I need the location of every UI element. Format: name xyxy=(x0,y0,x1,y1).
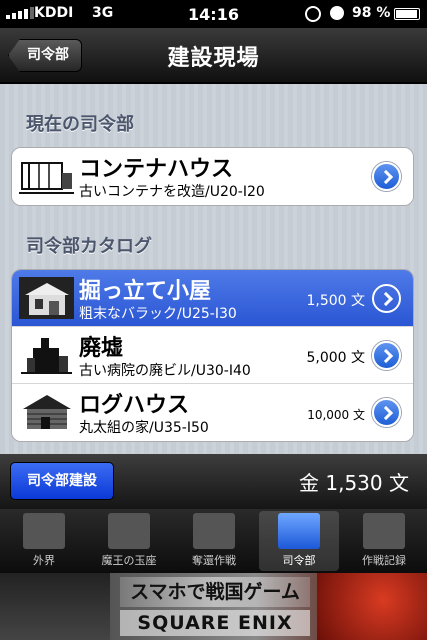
log-house-thumbnail xyxy=(19,391,74,433)
container-house-thumbnail xyxy=(19,155,74,197)
battery-percent: 98 % xyxy=(352,5,391,21)
gold-balance: 金 1,530 文 xyxy=(299,471,409,495)
tab-records[interactable]: 作戦記録 xyxy=(344,511,424,571)
rotation-lock-icon xyxy=(305,6,321,22)
current-hq-group: コンテナハウス 古いコンテナを改造/U20-I20 xyxy=(11,147,414,206)
current-hq-row[interactable]: コンテナハウス 古いコンテナを改造/U20-I20 xyxy=(12,148,413,205)
ad-armor-image xyxy=(317,573,427,640)
item-price: 10,000 文 xyxy=(307,408,365,422)
tab-label: 作戦記録 xyxy=(362,554,406,567)
section-header-catalog: 司令部カタログ xyxy=(26,236,152,257)
item-name: 掘っ立て小屋 xyxy=(79,279,212,304)
disclosure-chevron-icon[interactable] xyxy=(372,162,401,191)
tab-recapture[interactable]: 奪還作戦 xyxy=(174,511,254,571)
record-icon xyxy=(363,513,405,549)
item-description: 古い病院の廃ビル/U30-I40 xyxy=(79,363,251,379)
section-header-current: 現在の司令部 xyxy=(26,114,134,135)
tab-headquarters[interactable]: 司令部 xyxy=(259,511,339,571)
page-title: 建設現場 xyxy=(167,46,260,71)
item-name: コンテナハウス xyxy=(79,157,234,182)
battery-icon xyxy=(394,8,420,20)
catalog-row-log-house[interactable]: ログハウス 丸太組の家/U35-I50 10,000 文 xyxy=(12,384,413,441)
ad-brand-logo: SQUARE ENIX xyxy=(120,610,310,636)
item-description: 粗末なバラック/U25-I30 xyxy=(79,306,237,322)
tab-outside[interactable]: 外界 xyxy=(4,511,84,571)
item-description: 古いコンテナを改造/U20-I20 xyxy=(79,184,265,200)
build-hq-button[interactable]: 司令部建設 xyxy=(10,462,114,500)
gate-icon xyxy=(23,513,65,549)
item-description: 丸太組の家/U35-I50 xyxy=(79,420,209,436)
disclosure-chevron-icon[interactable] xyxy=(372,398,401,427)
map-icon xyxy=(193,513,235,549)
catalog-row-shack[interactable]: 掘っ立て小屋 粗末なバラック/U25-I30 1,500 文 xyxy=(12,270,413,327)
ad-headline: スマホで戦国ゲーム xyxy=(120,577,310,607)
tab-label: 奪還作戦 xyxy=(192,554,236,567)
status-bar: KDDI 3G 14:16 98 % xyxy=(0,0,427,28)
shack-thumbnail xyxy=(19,277,74,319)
item-price: 5,000 文 xyxy=(306,350,365,366)
alarm-icon xyxy=(330,6,344,20)
main-content[interactable]: 現在の司令部 コンテナハウス 古いコンテナを改造/U20-I20 司令部カタログ xyxy=(0,84,427,454)
item-name: ログハウス xyxy=(79,393,190,418)
headquarters-icon xyxy=(278,513,320,549)
item-price: 1,500 文 xyxy=(306,293,365,309)
tab-label: 魔王の玉座 xyxy=(101,554,157,567)
catalog-group: 掘っ立て小屋 粗末なバラック/U25-I30 1,500 文 廃墟 古い病院の廃… xyxy=(11,269,414,442)
ad-banner[interactable]: スマホで戦国ゲーム SQUARE ENIX xyxy=(0,573,427,640)
disclosure-chevron-icon[interactable] xyxy=(372,284,401,313)
tab-label: 外界 xyxy=(33,554,55,567)
demon-king-icon xyxy=(108,513,150,549)
catalog-row-ruins[interactable]: 廃墟 古い病院の廃ビル/U30-I40 5,000 文 xyxy=(12,327,413,384)
ad-warrior-image xyxy=(0,573,110,640)
build-bar: 司令部建設 金 1,530 文 xyxy=(0,454,427,509)
navigation-bar: 司令部 建設現場 xyxy=(0,28,427,83)
tab-demon-throne[interactable]: 魔王の玉座 xyxy=(89,511,169,571)
item-name: 廃墟 xyxy=(79,336,124,361)
tab-bar: 外界 魔王の玉座 奪還作戦 司令部 作戦記録 xyxy=(0,509,427,573)
disclosure-chevron-icon[interactable] xyxy=(372,341,401,370)
tab-label: 司令部 xyxy=(282,554,316,567)
ruins-thumbnail xyxy=(19,334,74,376)
